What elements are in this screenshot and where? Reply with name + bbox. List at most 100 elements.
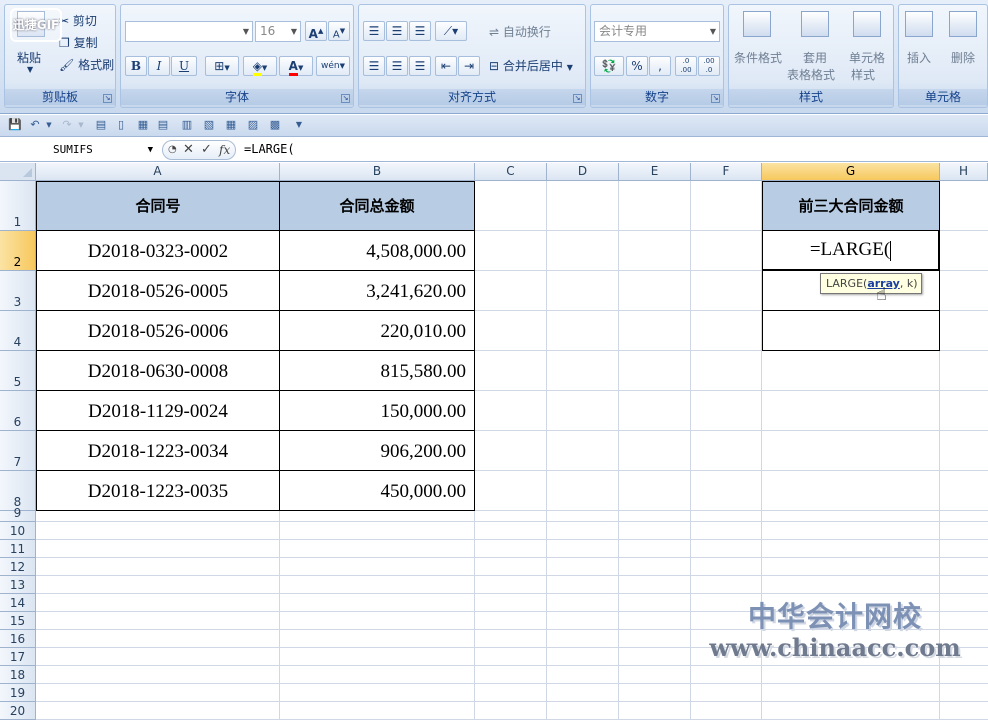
conditional-format-button[interactable]: 条件格式 [734,49,782,66]
redo-dropdown-icon[interactable]: ▼ [74,118,88,132]
row-header-13[interactable]: 13 [0,575,36,594]
font-size-combo[interactable]: 16 ▼ [255,21,301,42]
contract-cell[interactable]: D2018-1129-0024 [36,391,280,431]
name-box[interactable]: SUMIFS ▼ [6,141,158,159]
cut-button[interactable]: ✂ 剪切 [59,12,97,29]
customize-qat-icon[interactable]: ▼ [292,118,306,132]
amount-cell[interactable]: 815,580.00 [280,351,475,391]
cell-style-line2[interactable]: 样式 [851,66,875,83]
row-header-19[interactable]: 19 [0,683,36,702]
row-header-15[interactable]: 15 [0,611,36,630]
delete-icon[interactable] [949,11,977,37]
comment-icon[interactable]: ▨ [246,118,260,132]
column-header-g[interactable]: G [762,163,940,181]
row-header-20[interactable]: 20 [0,701,36,720]
clipboard-launcher-icon[interactable]: ↘ [103,94,112,103]
number-format-combo[interactable]: 会计专用 ▼ [594,21,720,42]
format-as-table-line1[interactable]: 套用 [803,49,827,66]
row-header-7[interactable]: 7 [0,431,36,471]
column-header-b[interactable]: B [280,163,475,181]
conditional-format-icon[interactable] [743,11,771,37]
column-header-h[interactable]: H [940,163,988,181]
contract-cell[interactable]: D2018-0526-0006 [36,311,280,351]
italic-button[interactable]: I [148,56,170,76]
active-cell-g2[interactable]: =LARGE( [762,231,940,271]
new-document-icon[interactable]: ▯ [114,118,128,132]
redo-icon[interactable]: ↷ [60,118,74,132]
amount-cell[interactable]: 906,200.00 [280,431,475,471]
filter-icon[interactable]: ▥ [180,118,194,132]
format-as-table-icon[interactable] [801,11,829,37]
contract-cell[interactable]: D2018-1223-0035 [36,471,280,511]
wrap-text-button[interactable]: ⇌ 自动换行 [489,23,551,40]
row-header-2[interactable]: 2 [0,231,36,271]
column-header-f[interactable]: F [691,163,762,181]
row-header-3[interactable]: 3 [0,271,36,311]
comma-button[interactable]: , [649,56,671,76]
border-button[interactable]: ⊞▼ [205,56,239,76]
row-header-9[interactable]: 9 [0,506,36,522]
insert-button[interactable]: 插入 [907,49,931,66]
shrink-font-button[interactable]: A▼ [328,21,350,41]
increase-indent-button[interactable]: ⇥ [458,56,480,76]
row-header-18[interactable]: 18 [0,665,36,684]
column-header-a[interactable]: A [36,163,280,181]
row-header-17[interactable]: 17 [0,647,36,666]
percent-button[interactable]: % [626,56,648,76]
cell-style-icon[interactable] [853,11,881,37]
amount-cell[interactable]: 3,241,620.00 [280,271,475,311]
merge-center-button[interactable]: ⊟ 合并后居中 ▼ [489,57,573,74]
chart-icon[interactable]: ▧ [202,118,216,132]
formula-input[interactable]: =LARGE( [244,141,295,157]
align-right-button[interactable]: ☰ [409,56,431,76]
column-header-d[interactable]: D [547,163,619,181]
contract-cell[interactable]: D2018-1223-0034 [36,431,280,471]
align-top-button[interactable]: ☰ [363,21,385,41]
undo-icon[interactable]: ↶ [28,118,42,132]
row-header-10[interactable]: 10 [0,521,36,540]
fill-color-button[interactable]: ◈▼ [243,56,277,76]
column-header-c[interactable]: C [475,163,547,181]
insert-icon[interactable] [905,11,933,37]
accounting-format-button[interactable]: 💱 [594,56,624,76]
image-icon[interactable]: ▩ [268,118,282,132]
insert-function-button[interactable]: fx [219,143,230,157]
increase-decimal-button[interactable]: .0 .00 [675,56,697,76]
row-header-11[interactable]: 11 [0,539,36,558]
contract-cell[interactable]: D2018-0630-0008 [36,351,280,391]
decrease-decimal-button[interactable]: .00 .0 [698,56,720,76]
copy-button[interactable]: ❐ 复制 [59,34,98,51]
contract-cell[interactable]: D2018-0526-0005 [36,271,280,311]
align-left-button[interactable]: ☰ [363,56,385,76]
row-header-5[interactable]: 5 [0,351,36,391]
row-header-14[interactable]: 14 [0,593,36,612]
formula-options-icon[interactable]: ◔ [168,144,177,155]
print-preview-icon[interactable]: ▤ [94,118,108,132]
align-middle-button[interactable]: ☰ [386,21,408,41]
font-color-button[interactable]: A▼ [279,56,313,76]
cell-g4[interactable] [762,311,940,351]
align-center-button[interactable]: ☰ [386,56,408,76]
row-header-1[interactable]: 1 [0,181,36,231]
phonetic-button[interactable]: wén▼ [316,56,350,76]
enter-icon[interactable]: ✓ [201,142,212,157]
number-launcher-icon[interactable]: ↘ [711,94,720,103]
paste-special-icon[interactable]: ▦ [136,118,150,132]
amount-cell[interactable]: 150,000.00 [280,391,475,431]
row-header-6[interactable]: 6 [0,391,36,431]
cancel-icon[interactable]: ✕ [183,142,194,157]
decrease-indent-button[interactable]: ⇤ [435,56,457,76]
header-cell-contract[interactable]: 合同号 [36,181,280,231]
amount-cell[interactable]: 4,508,000.00 [280,231,475,271]
format-painter-button[interactable]: 🖌 格式刷 [59,56,114,73]
save-icon[interactable]: 💾 [8,118,22,132]
header-cell-amount[interactable]: 合同总金额 [280,181,475,231]
function-tooltip[interactable]: LARGE(array, k) [820,273,922,294]
underline-button[interactable]: U [171,56,197,76]
font-name-combo[interactable]: ▼ [125,21,253,42]
orientation-button[interactable]: ⟋▾ [435,21,467,41]
alignment-launcher-icon[interactable]: ↘ [573,94,582,103]
row-header-12[interactable]: 12 [0,557,36,576]
table-icon[interactable]: ▦ [224,118,238,132]
row-header-16[interactable]: 16 [0,629,36,648]
